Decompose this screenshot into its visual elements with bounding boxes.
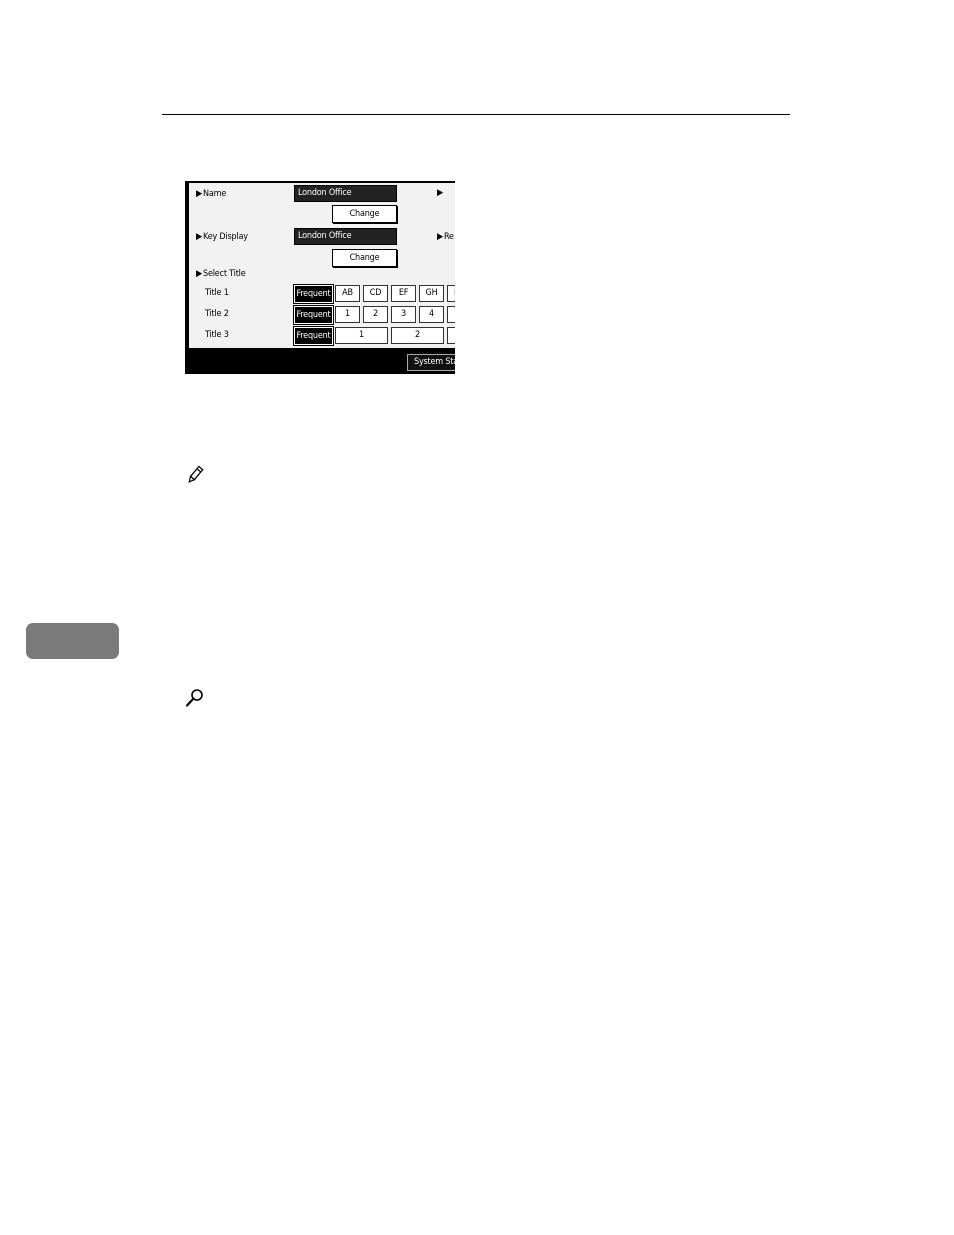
right-arrow-icon: ▶	[437, 188, 444, 198]
header-rule	[162, 114, 790, 115]
title-1-frequent-button[interactable]: Frequent	[293, 284, 334, 304]
title-2-key-5[interactable]	[447, 306, 455, 323]
key-display-label-row: ▶Key Display	[196, 232, 248, 242]
magnifier-icon	[185, 689, 203, 707]
title-3-frequent-button[interactable]: Frequent	[293, 326, 334, 346]
key-display-arrow-icon: ▶	[196, 232, 203, 242]
key-display-label: Key Display	[203, 232, 248, 242]
name-label: Name	[203, 189, 227, 199]
chapter-tab	[26, 623, 119, 659]
title-3-key-1[interactable]: 1	[335, 327, 388, 344]
name-label-row: ▶Name	[196, 189, 226, 199]
address-book-panel: ▶Name London Office ▶ Change ▶Key Displa…	[185, 181, 455, 374]
right-arrow-2-icon: ▶	[437, 232, 444, 242]
title-2-key-3[interactable]: 3	[391, 306, 416, 323]
pencil-icon	[188, 465, 204, 483]
title-1-key-gh[interactable]: GH	[419, 285, 444, 302]
title-2-key-2[interactable]: 2	[363, 306, 388, 323]
title-3-key-3[interactable]	[447, 327, 455, 344]
key-display-change-button[interactable]: Change	[332, 249, 397, 267]
select-title-label-row: ▶Select Title	[196, 269, 246, 279]
title-2-label: Title 2	[205, 309, 229, 319]
key-display-field: London Office	[294, 228, 397, 245]
name-field: London Office	[294, 185, 397, 202]
title-1-key-cd[interactable]: CD	[363, 285, 388, 302]
title-3-label: Title 3	[205, 330, 229, 340]
system-status-button[interactable]: System Status	[407, 354, 455, 371]
title-1-key-i[interactable]: I	[447, 285, 455, 302]
title-1-key-ef[interactable]: EF	[391, 285, 416, 302]
right-label-2: Re	[444, 232, 454, 242]
title-2-key-1[interactable]: 1	[335, 306, 360, 323]
title-3-key-2[interactable]: 2	[391, 327, 444, 344]
select-title-label: Select Title	[203, 269, 246, 279]
name-change-button[interactable]: Change	[332, 205, 397, 223]
panel-body: ▶Name London Office ▶ Change ▶Key Displa…	[187, 183, 455, 348]
select-title-arrow-icon: ▶	[196, 269, 203, 279]
right-label-2-row: ▶Re	[437, 232, 454, 242]
name-arrow-icon: ▶	[196, 189, 203, 199]
title-1-key-ab[interactable]: AB	[335, 285, 360, 302]
title-2-key-4[interactable]: 4	[419, 306, 444, 323]
title-2-frequent-button[interactable]: Frequent	[293, 305, 334, 325]
title-1-label: Title 1	[205, 288, 229, 298]
